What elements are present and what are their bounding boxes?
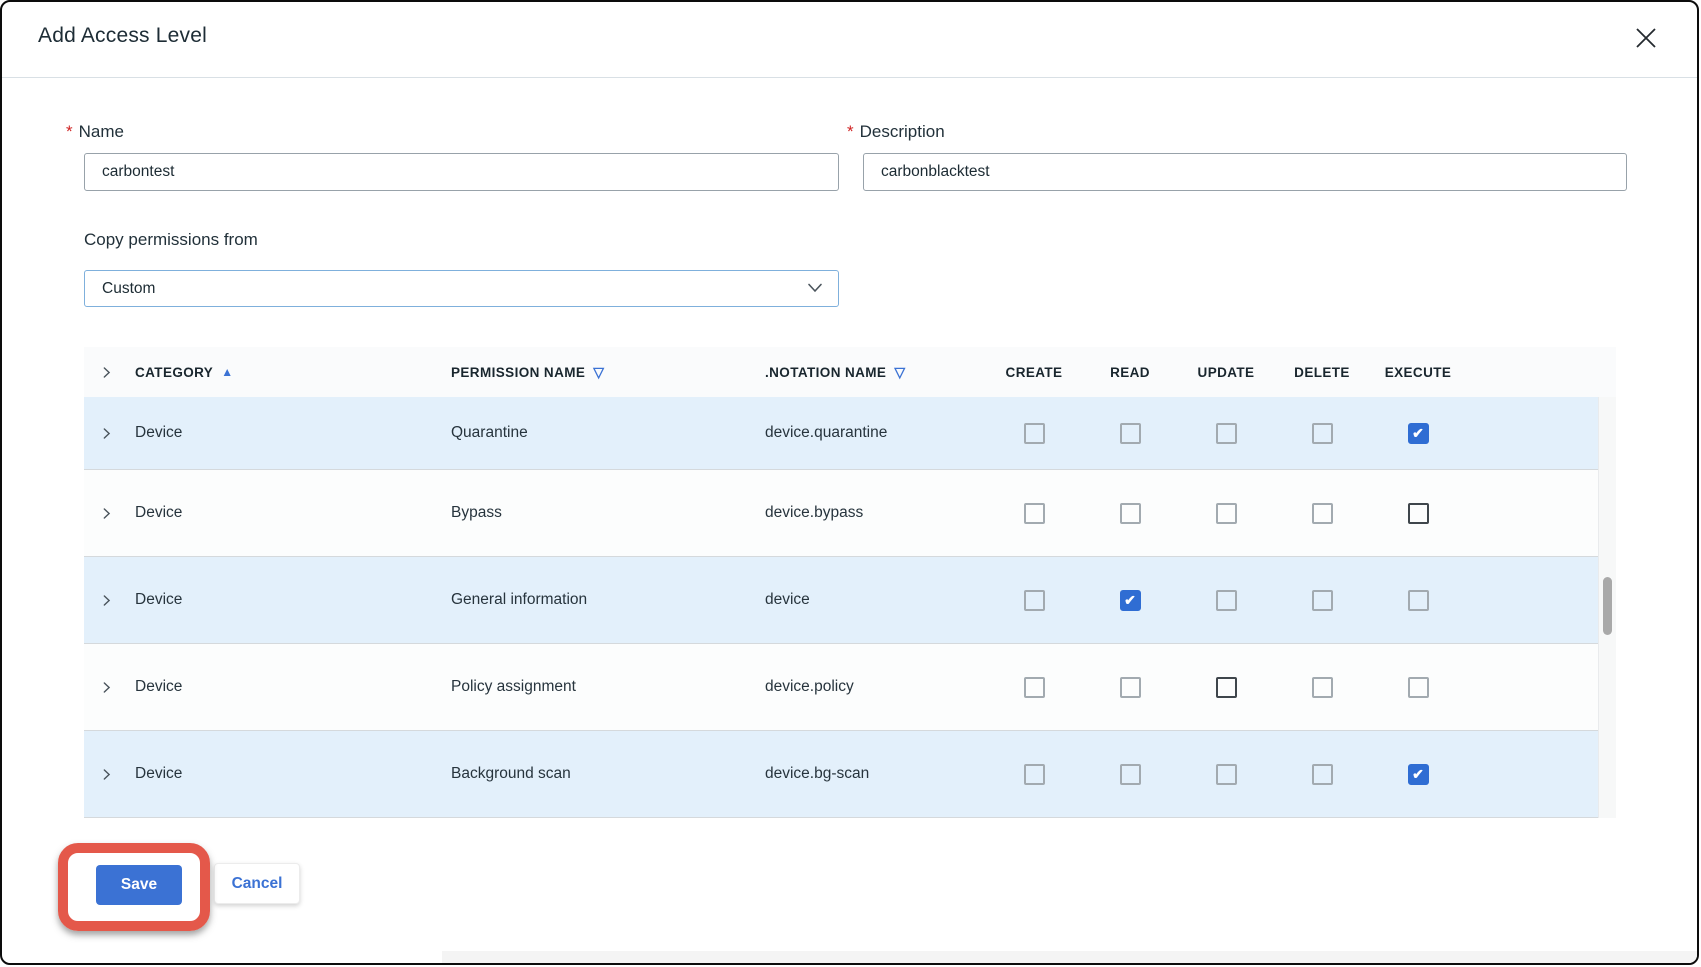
check-icon: ✔ [1412,766,1424,783]
category-cell: Device [135,765,436,783]
checkbox-create[interactable] [1024,764,1045,785]
vertical-scrollbar-thumb[interactable] [1603,577,1612,635]
sort-ascending-icon: ▲ [221,365,233,379]
expand-chevron-icon[interactable] [100,366,113,379]
category-cell: Device [135,504,436,522]
notation-name-cell: device.bg-scan [750,765,986,783]
checkbox-create[interactable] [1024,677,1045,698]
checkbox-create[interactable] [1024,503,1045,524]
notation-name-cell: device [750,591,986,609]
required-asterisk: * [847,122,854,142]
checkbox-update[interactable] [1216,590,1237,611]
expand-chevron-icon[interactable] [100,681,113,694]
checkbox-update[interactable] [1216,503,1237,524]
column-header-create: CREATE [986,365,1082,380]
checkbox-update[interactable] [1216,764,1237,785]
checkbox-read[interactable] [1120,423,1141,444]
checkbox-read[interactable]: ✔ [1120,590,1141,611]
checkbox-execute[interactable]: ✔ [1408,423,1429,444]
permission-name-cell: General information [436,591,750,609]
table-header-row: CATEGORY ▲ PERMISSION NAME ▽ .NOTATION N… [84,347,1616,397]
copy-permissions-label: Copy permissions from [84,228,839,252]
check-icon: ✔ [1124,592,1136,609]
table-body: DeviceQuarantinedevice.quarantine✔Device… [84,397,1616,818]
category-cell: Device [135,591,436,609]
checkbox-create[interactable] [1024,590,1045,611]
checkbox-execute[interactable]: ✔ [1408,764,1429,785]
column-header-category[interactable]: CATEGORY ▲ [135,365,436,380]
add-access-level-dialog: Add Access Level * Name * Description Co… [0,0,1699,965]
column-header-delete: DELETE [1274,365,1370,380]
checkbox-read[interactable] [1120,764,1141,785]
checkbox-read[interactable] [1120,677,1141,698]
checkbox-execute[interactable] [1408,503,1429,524]
checkbox-update[interactable] [1216,423,1237,444]
table-row: DeviceBackground scandevice.bg-scan ✔ [84,731,1598,818]
checkbox-delete[interactable] [1312,590,1333,611]
column-header-notation-name[interactable]: .NOTATION NAME ▽ [750,364,986,381]
column-header-update: UPDATE [1178,365,1274,380]
selected-option: Custom [102,280,155,298]
column-header-execute: EXECUTE [1370,365,1466,380]
checkbox-create[interactable] [1024,423,1045,444]
checkbox-delete[interactable] [1312,764,1333,785]
checkbox-execute[interactable] [1408,590,1429,611]
header-divider [2,77,1697,78]
description-input[interactable] [863,153,1627,191]
table-row: DeviceGeneral informationdevice ✔ [84,557,1598,644]
copy-permissions-select[interactable]: Custom [84,270,839,307]
expand-chevron-icon[interactable] [100,594,113,607]
sort-descending-icon: ▽ [593,364,604,381]
notation-name-cell: device.quarantine [750,424,986,442]
name-input[interactable] [84,153,839,191]
name-label: * Name [66,120,839,144]
vertical-scrollbar-track[interactable] [1598,397,1616,818]
table-row: DeviceQuarantinedevice.quarantine ✔ [84,397,1598,470]
notation-name-cell: device.policy [750,678,986,696]
notation-name-cell: device.bypass [750,504,986,522]
permission-name-cell: Policy assignment [436,678,750,696]
chevron-down-icon [806,281,824,300]
column-header-read: READ [1082,365,1178,380]
sort-descending-icon: ▽ [894,364,905,381]
permission-name-cell: Bypass [436,504,750,522]
expand-chevron-icon[interactable] [100,427,113,440]
checkbox-delete[interactable] [1312,503,1333,524]
checkbox-read[interactable] [1120,503,1141,524]
table-row: DevicePolicy assignmentdevice.policy [84,644,1598,731]
permission-name-cell: Quarantine [436,424,750,442]
background-edge [442,951,1697,963]
expand-chevron-icon[interactable] [100,768,113,781]
checkbox-delete[interactable] [1312,677,1333,698]
table-row: DeviceBypassdevice.bypass [84,470,1598,557]
category-cell: Device [135,678,436,696]
close-icon [1633,25,1659,54]
checkbox-execute[interactable] [1408,677,1429,698]
permission-name-cell: Background scan [436,765,750,783]
description-label: * Description [847,120,1627,144]
cancel-button[interactable]: Cancel [214,863,300,904]
check-icon: ✔ [1412,425,1424,442]
expand-chevron-icon[interactable] [100,507,113,520]
category-cell: Device [135,424,436,442]
save-button[interactable]: Save [96,865,182,905]
required-asterisk: * [66,122,73,142]
close-button[interactable] [1629,22,1663,56]
permissions-table: CATEGORY ▲ PERMISSION NAME ▽ .NOTATION N… [84,347,1616,818]
checkbox-update[interactable] [1216,677,1237,698]
dialog-title: Add Access Level [38,24,207,48]
checkbox-delete[interactable] [1312,423,1333,444]
column-header-permission-name[interactable]: PERMISSION NAME ▽ [436,364,750,381]
